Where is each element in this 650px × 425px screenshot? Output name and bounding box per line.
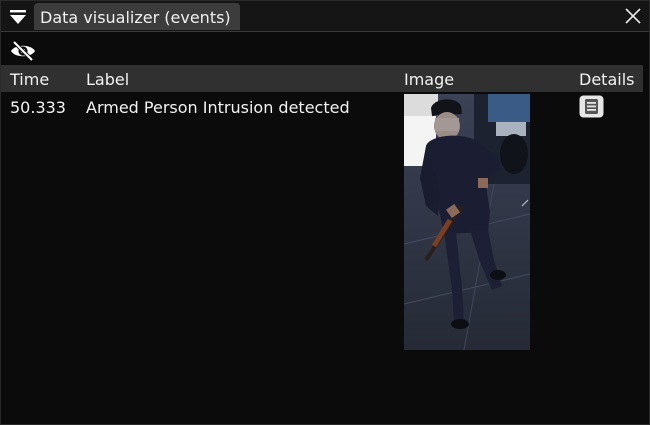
visibility-toggle-button[interactable] [9, 39, 37, 63]
cell-label: Armed Person Intrusion detected [86, 98, 350, 117]
column-header-time[interactable]: Time [10, 65, 49, 95]
title-bar: Data visualizer (events) [1, 1, 649, 32]
event-image-thumbnail[interactable] [404, 94, 530, 350]
collapse-button[interactable] [7, 7, 29, 27]
details-button[interactable] [579, 95, 604, 118]
column-header-image[interactable]: Image [404, 65, 454, 95]
armed-person-image [404, 94, 530, 350]
cell-time: 50.333 [10, 98, 66, 117]
data-visualizer-window: Data visualizer (events) Time Label Imag… [0, 0, 650, 425]
tab-title: Data visualizer (events) [40, 8, 231, 27]
table-header: Time Label Image Details [1, 65, 643, 92]
close-button[interactable] [623, 6, 643, 26]
column-header-details[interactable]: Details [579, 65, 634, 95]
close-icon [625, 8, 641, 24]
document-icon [579, 95, 604, 118]
eye-slash-icon [11, 40, 35, 62]
column-header-label[interactable]: Label [86, 65, 129, 95]
tab-data-visualizer[interactable]: Data visualizer (events) [34, 3, 240, 30]
table-row[interactable]: 50.333 Armed Person Intrusion detected [1, 93, 643, 351]
triangle-down-icon [10, 10, 26, 24]
